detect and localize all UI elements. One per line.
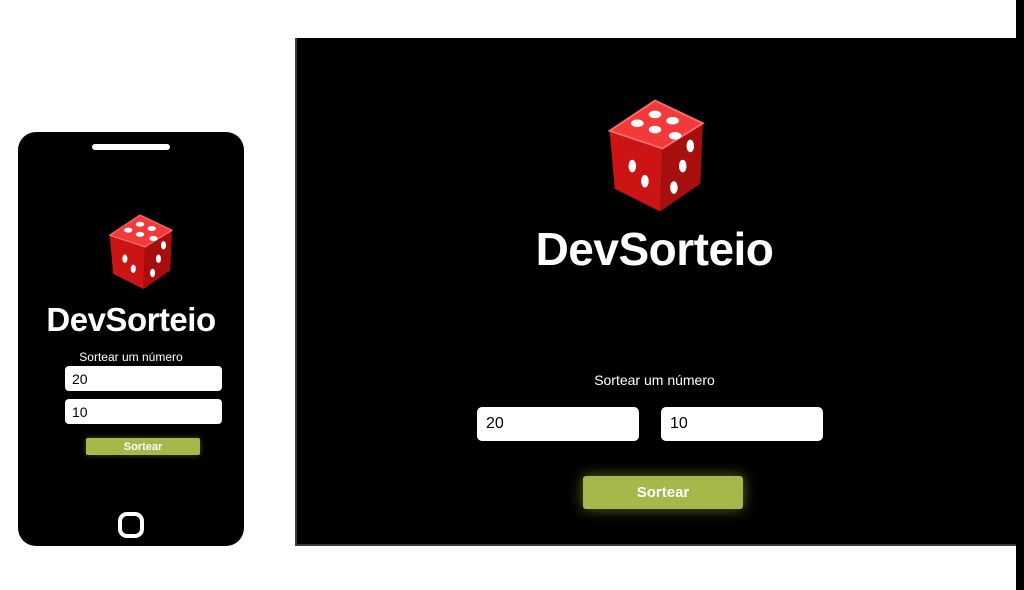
draw-button[interactable]: Sortear xyxy=(583,476,743,509)
min-number-input[interactable] xyxy=(65,399,222,424)
dice-icon xyxy=(607,99,705,212)
max-number-input[interactable] xyxy=(477,407,639,441)
desktop-mockup: DevSorteio Sortear um número Sortear xyxy=(295,38,1016,546)
min-number-input[interactable] xyxy=(661,407,823,441)
phone-speaker xyxy=(92,144,170,150)
dice-icon xyxy=(108,214,174,289)
mockup-canvas: DevSorteio Sortear um número Sortear Dev… xyxy=(0,0,1024,590)
mobile-mockup: DevSorteio Sortear um número Sortear xyxy=(18,132,244,546)
app-title: DevSorteio xyxy=(535,223,774,275)
home-button xyxy=(118,512,144,538)
app-title: DevSorteio xyxy=(46,301,216,338)
max-number-input[interactable] xyxy=(65,366,222,391)
draw-number-label: Sortear um número xyxy=(79,350,183,364)
draw-number-label: Sortear um número xyxy=(594,372,715,388)
window-edge xyxy=(1016,0,1024,590)
draw-button[interactable]: Sortear xyxy=(86,438,200,455)
